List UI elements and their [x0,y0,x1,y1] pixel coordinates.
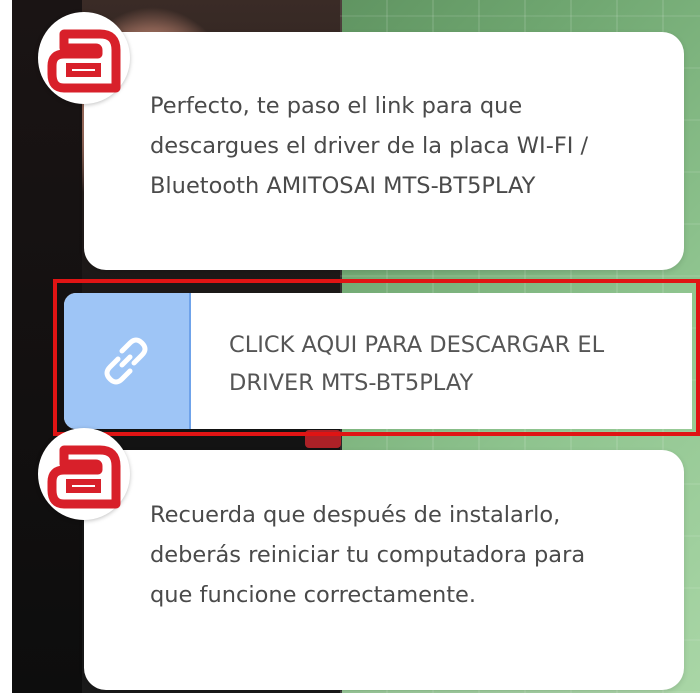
bot-avatar [38,428,130,520]
bot-avatar [38,12,130,104]
chat-message-text: Perfecto, te paso el link para que desca… [150,93,589,199]
link-icon [104,337,148,385]
chat-message-2: Recuerda que después de instalarlo, debe… [84,450,684,690]
brand-a-logo-icon [47,29,121,93]
link-icon-box [64,293,191,429]
brand-a-logo-icon [47,445,121,509]
chat-message-text: Recuerda que después de instalarlo, debe… [150,502,586,608]
download-driver-link[interactable]: CLICK AQUI PARA DESCARGAR EL DRIVER MTS-… [64,293,692,429]
background-left-strip [0,0,12,693]
chat-message-1: Perfecto, te paso el link para que desca… [84,32,684,270]
download-link-label[interactable]: CLICK AQUI PARA DESCARGAR EL DRIVER MTS-… [229,326,679,402]
